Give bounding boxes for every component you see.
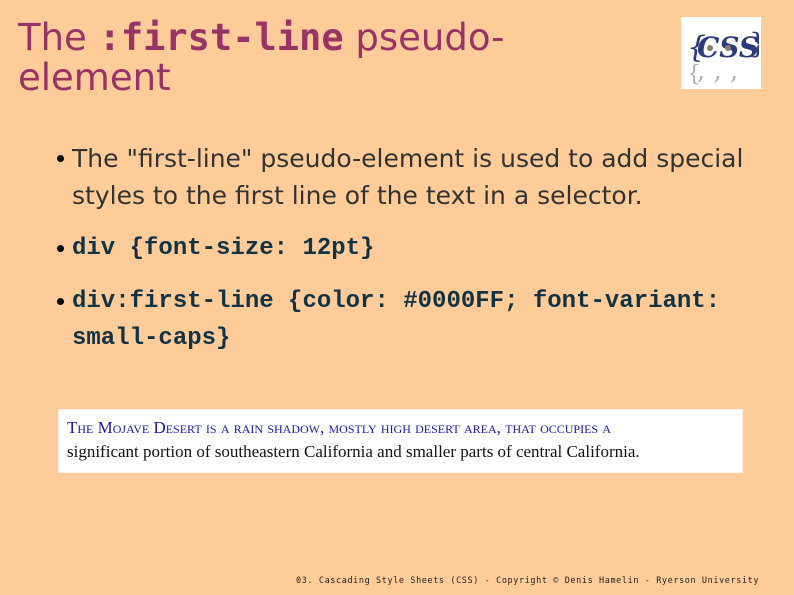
svg-text:}: } [749,27,759,60]
example-rest-text: significant portion of southeastern Cali… [67,442,640,461]
bullet-text: The "first-line" pseudo-element is used … [72,144,744,210]
bullet-item-code: div:first-line {color: #0000FF; font-var… [0,283,760,357]
svg-text:, , ,: , , , [697,56,738,86]
bullet-item-code: div {font-size: 12pt} [0,230,760,267]
example-output-box: The Mojave Desert is a rain shadow, most… [58,409,743,473]
bullet-item: The "first-line" pseudo-element is used … [0,140,760,214]
bullet-text: div:first-line {color: #0000FF; font-var… [72,288,721,352]
slide-title: The :first-line pseudo-element [18,18,538,98]
bullet-list: The "first-line" pseudo-element is used … [0,140,760,373]
bullet-dot-icon [57,155,64,162]
bullet-dot-icon [57,298,64,305]
footer-copyright: 03. Cascading Style Sheets (CSS) - Copyr… [296,576,760,586]
title-code: :first-line [98,16,344,59]
bullet-text: div {font-size: 12pt} [72,235,375,262]
css-logo-icon: { CSS } { , , , [681,17,761,89]
title-prefix: The [18,16,99,59]
example-first-line: The Mojave Desert is a rain shadow, most… [67,418,612,437]
bullet-dot-icon [57,245,64,252]
css-logo-graphic: { CSS } { , , , [687,27,759,87]
